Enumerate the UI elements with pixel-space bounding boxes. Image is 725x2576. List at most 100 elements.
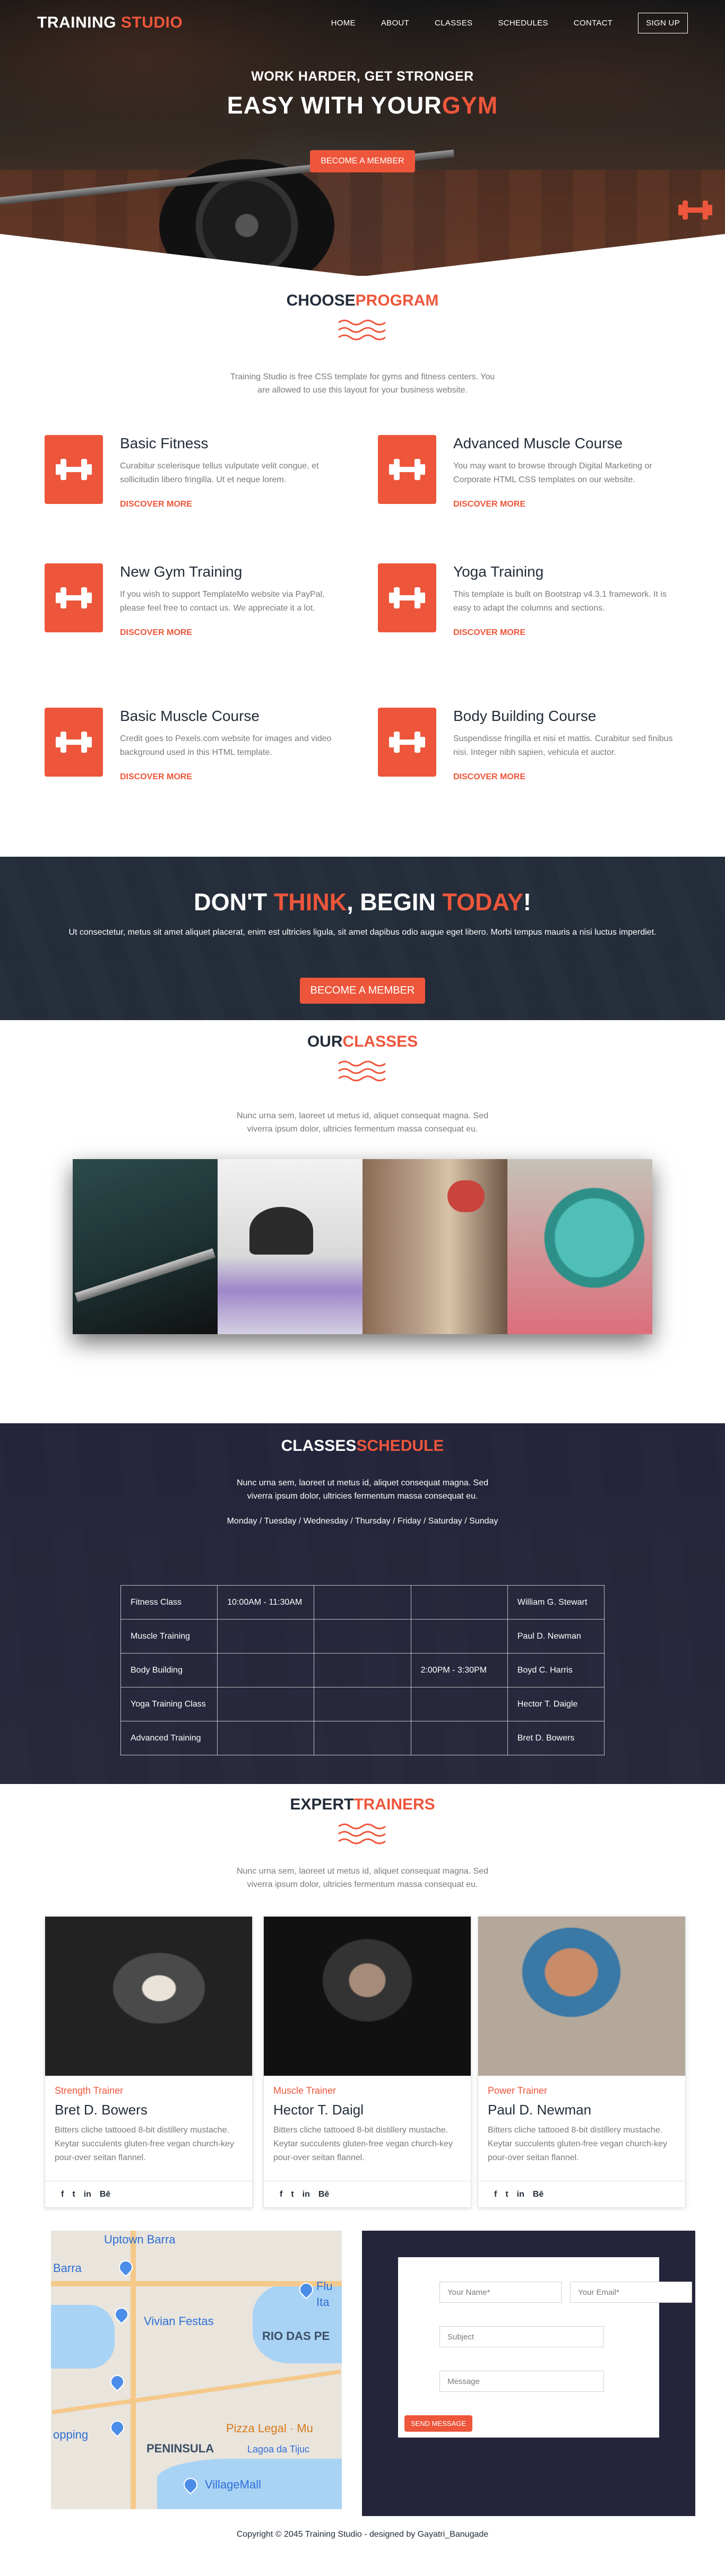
program-body: Advanced Muscle Course You may want to b… [453, 435, 676, 509]
behance-icon[interactable]: Bē [533, 2190, 543, 2199]
schedule-title: CLASSESSCHEDULE [0, 1423, 725, 1455]
twitter-icon[interactable]: t [72, 2190, 75, 2199]
programs-section: CHOOSEPROGRAM Training Studio is free CS… [0, 276, 725, 857]
program-text: Curabitur scelerisque tellus vulputate v… [120, 462, 319, 484]
become-member-button[interactable]: BECOME A MEMBER [310, 150, 415, 172]
nav-contact[interactable]: CONTACT [574, 19, 612, 28]
table-cell: 2:00PM - 3:30PM [410, 1653, 508, 1687]
signup-button[interactable]: SIGN UP [638, 12, 688, 33]
class-image-fitness-ball[interactable] [507, 1159, 652, 1334]
table-cell [410, 1619, 508, 1653]
nav-about[interactable]: ABOUT [381, 19, 409, 28]
contact-form: Your Name* Your Email* Subject Message [398, 2257, 692, 2438]
class-image-dumbbells[interactable] [362, 1159, 507, 1334]
map-label: Flu [316, 2279, 333, 2293]
table-cell [410, 1687, 508, 1721]
nav-home[interactable]: HOME [331, 19, 356, 28]
linkedin-icon[interactable]: in [84, 2190, 91, 2199]
program-body: Yoga Training This template is built on … [453, 563, 676, 638]
hero-content: WORK HARDER, GET STRONGER EASY WITH YOUR… [0, 69, 725, 172]
program-item: Advanced Muscle Course You may want to b… [378, 435, 675, 541]
nav-schedules[interactable]: SCHEDULES [498, 19, 548, 28]
twitter-icon[interactable]: t [291, 2190, 294, 2199]
location-map[interactable]: Uptown Barra Barra Vivian Festas Flu Ita… [51, 2231, 342, 2509]
map-label: VillageMall [205, 2478, 261, 2491]
logo-text-accent: STUDIO [120, 14, 183, 31]
map-pin-icon[interactable] [107, 2417, 127, 2438]
table-cell: Advanced Training [120, 1721, 218, 1755]
map-road [131, 2231, 136, 2509]
trainers-title-main: EXPERT [290, 1796, 354, 1813]
trainer-card: Strength Trainer Bret D. Bowers Bitters … [45, 1916, 253, 2208]
cta-title-accent: TODAY [442, 889, 523, 916]
send-message-button[interactable]: SEND MESSAGE [404, 2415, 473, 2432]
program-body: Basic Muscle Course Credit goes to Pexel… [120, 708, 343, 782]
table-cell: William G. Stewart [507, 1585, 605, 1620]
discover-more-link[interactable]: DISCOVER MORE [120, 500, 192, 509]
facebook-icon[interactable]: f [280, 2190, 282, 2199]
dumbbell-icon [678, 201, 712, 220]
contact-form-section: Your Name* Your Email* Subject Message S… [362, 2231, 695, 2516]
cta-become-member-button[interactable]: BECOME A MEMBER [299, 978, 426, 1004]
trainer-social-links: f t in Bē [45, 2181, 252, 2207]
site-logo[interactable]: TRAINING STUDIO [37, 14, 183, 32]
program-title: New Gym Training [120, 563, 243, 580]
schedule-days-filter[interactable]: Monday / Tuesday / Wednesday / Thursday … [0, 1517, 725, 1526]
discover-more-link[interactable]: DISCOVER MORE [453, 628, 525, 638]
class-image-plank[interactable] [218, 1159, 362, 1334]
schedule-title-main: CLASSES [281, 1437, 357, 1455]
cta-title: DON'T THINK, BEGIN TODAY! [0, 857, 725, 916]
map-pin-icon[interactable] [111, 2304, 132, 2325]
program-text: Credit goes to Pexels.com website for im… [120, 734, 332, 757]
behance-icon[interactable]: Bē [318, 2190, 329, 2199]
cta-section: DON'T THINK, BEGIN TODAY! Ut consectetur… [0, 857, 725, 1020]
trainers-title: EXPERTTRAINERS [0, 1796, 725, 1814]
trainer-card: Power Trainer Paul D. Newman Bitters cli… [478, 1916, 686, 2208]
hero-title-main: EASY WITH YOUR [227, 92, 442, 119]
class-image-barbell[interactable] [73, 1159, 218, 1334]
program-title: Basic Fitness [120, 435, 209, 451]
cta-title-part: DON'T [194, 889, 274, 916]
schedule-description: Nunc urna sem, laoreet ut metus id, aliq… [236, 1478, 489, 1501]
table-cell [217, 1619, 315, 1653]
email-input[interactable]: Your Email* [570, 2282, 692, 2303]
map-label: Pizza Legal · Mu [226, 2422, 313, 2435]
hero-section: TRAINING STUDIO HOME ABOUT CLASSES SCHED… [0, 0, 725, 276]
table-cell: Body Building [120, 1653, 218, 1687]
facebook-icon[interactable]: f [494, 2190, 497, 2199]
logo-text-primary: TRAINING [37, 14, 116, 31]
table-cell: Muscle Training [120, 1619, 218, 1653]
discover-more-link[interactable]: DISCOVER MORE [453, 500, 525, 509]
map-pin-icon[interactable] [107, 2372, 127, 2392]
discover-more-link[interactable]: DISCOVER MORE [453, 772, 525, 782]
hero-title: EASY WITH YOURGYM [0, 92, 725, 119]
dumbbell-icon [56, 459, 92, 480]
twitter-icon[interactable]: t [505, 2190, 508, 2199]
discover-more-link[interactable]: DISCOVER MORE [120, 628, 192, 638]
program-body: Body Building Course Suspendisse fringil… [453, 708, 676, 782]
programs-heading: CHOOSEPROGRAM Training Studio is free CS… [0, 292, 725, 397]
program-text: If you wish to support TemplateMo websit… [120, 590, 325, 613]
linkedin-icon[interactable]: in [303, 2190, 310, 2199]
behance-icon[interactable]: Bē [100, 2190, 110, 2199]
table-cell [217, 1687, 315, 1721]
table-cell [217, 1653, 315, 1687]
classes-section: OURCLASSES Nunc urna sem, laoreet ut met… [0, 1020, 725, 1423]
trainer-info: Power Trainer Paul D. Newman Bitters cli… [478, 2076, 685, 2172]
facebook-icon[interactable]: f [61, 2190, 64, 2199]
nav-classes[interactable]: CLASSES [435, 19, 472, 28]
map-label: Ita [316, 2295, 330, 2309]
program-title: Basic Muscle Course [120, 708, 260, 724]
discover-more-link[interactable]: DISCOVER MORE [120, 772, 192, 782]
trainer-photo [45, 1917, 252, 2076]
message-textarea[interactable]: Message [439, 2371, 604, 2392]
classes-title-accent: CLASSES [342, 1033, 418, 1050]
linkedin-icon[interactable]: in [517, 2190, 524, 2199]
schedule-section: CLASSESSCHEDULE Nunc urna sem, laoreet u… [0, 1423, 725, 1784]
footer: Copyright © 2045 Training Studio - desig… [0, 2516, 725, 2574]
program-icon-box [378, 563, 436, 632]
dumbbell-icon [56, 732, 92, 753]
name-input[interactable]: Your Name* [439, 2282, 562, 2303]
trainer-info: Strength Trainer Bret D. Bowers Bitters … [45, 2076, 252, 2172]
subject-input[interactable]: Subject [439, 2326, 604, 2347]
